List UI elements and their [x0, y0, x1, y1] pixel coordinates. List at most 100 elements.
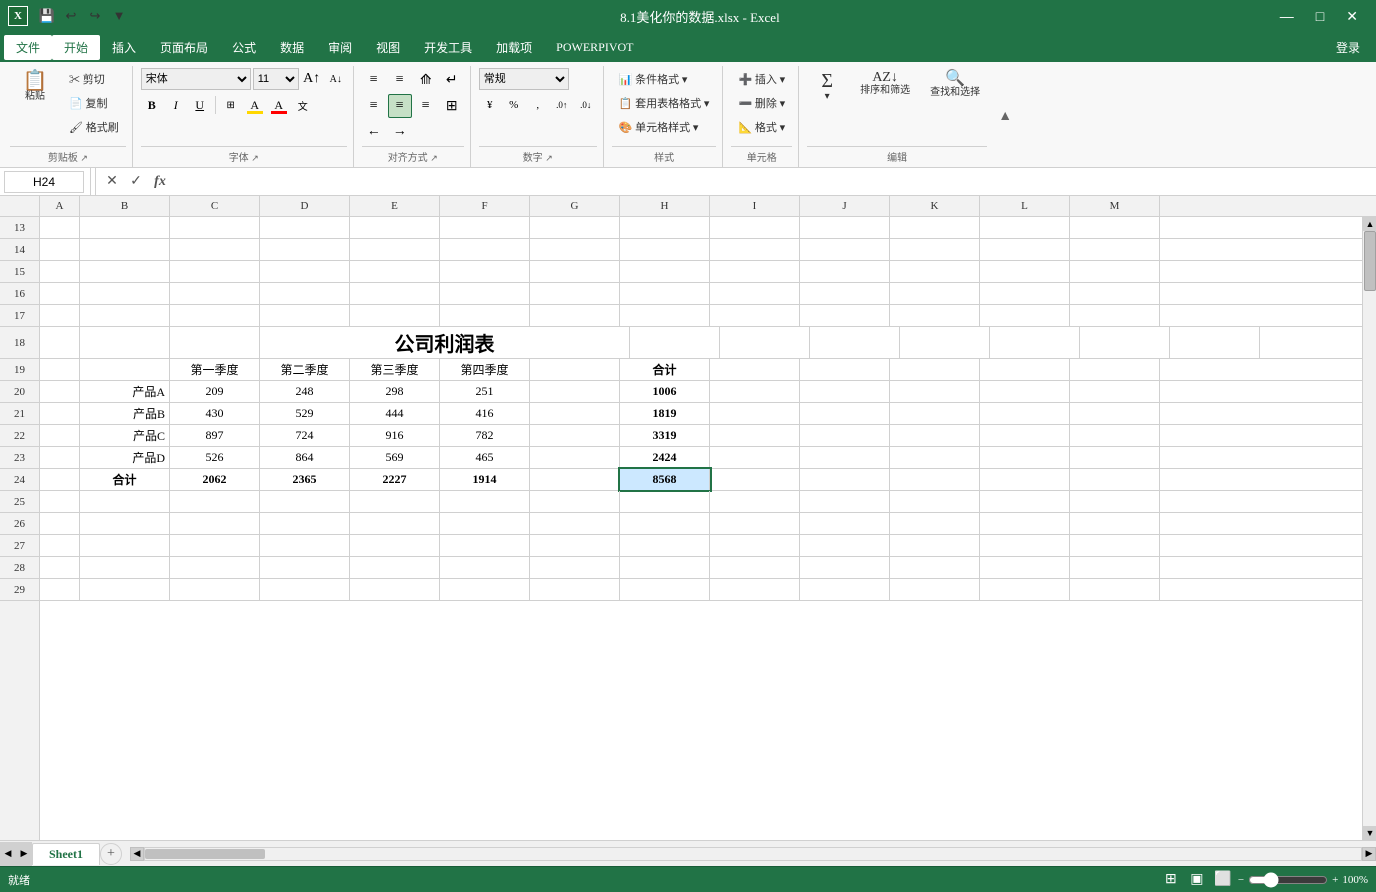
- zoom-slider[interactable]: [1248, 872, 1328, 888]
- indent-dec-button[interactable]: ←: [362, 120, 386, 144]
- col-header-c[interactable]: C: [170, 196, 260, 216]
- cell-h17[interactable]: [620, 305, 710, 326]
- redo-icon[interactable]: ↪: [84, 5, 106, 27]
- row-num-28[interactable]: 28: [0, 557, 39, 579]
- cell-h16[interactable]: [620, 283, 710, 304]
- cell-f14[interactable]: [440, 239, 530, 260]
- row-num-19[interactable]: 19: [0, 359, 39, 381]
- font-name-select[interactable]: 宋体: [141, 68, 251, 90]
- normal-view-button[interactable]: ⊞: [1160, 869, 1182, 891]
- cell-l13[interactable]: [980, 217, 1070, 238]
- cell-l14[interactable]: [980, 239, 1070, 260]
- menu-item-formulas[interactable]: 公式: [220, 35, 268, 60]
- align-left-button[interactable]: ≡: [362, 94, 386, 118]
- conditional-format-button[interactable]: 📊 条件格式 ▾: [612, 68, 695, 90]
- row-num-27[interactable]: 27: [0, 535, 39, 557]
- cell-h14[interactable]: [620, 239, 710, 260]
- cell-j14[interactable]: [800, 239, 890, 260]
- cell-l18[interactable]: [1080, 327, 1170, 358]
- cell-f19[interactable]: 第四季度: [440, 359, 530, 380]
- format-painter-button[interactable]: 🖌 格式刷: [62, 116, 126, 138]
- row-num-14[interactable]: 14: [0, 239, 39, 261]
- cell-k19[interactable]: [890, 359, 980, 380]
- cell-b14[interactable]: [80, 239, 170, 260]
- indent-inc-button[interactable]: →: [388, 120, 412, 144]
- cell-m15[interactable]: [1070, 261, 1160, 282]
- row-num-15[interactable]: 15: [0, 261, 39, 283]
- cell-h20[interactable]: 1006: [620, 381, 710, 402]
- row-num-17[interactable]: 17: [0, 305, 39, 327]
- login-button[interactable]: 登录: [1324, 35, 1372, 60]
- table-format-button[interactable]: 📋 套用表格格式 ▾: [612, 92, 717, 114]
- cell-l24[interactable]: [980, 469, 1070, 490]
- cell-f20[interactable]: 251: [440, 381, 530, 402]
- cell-i20[interactable]: [710, 381, 800, 402]
- row-num-23[interactable]: 23: [0, 447, 39, 469]
- cell-i19[interactable]: [710, 359, 800, 380]
- cell-m13[interactable]: [1070, 217, 1160, 238]
- menu-item-home[interactable]: 开始: [52, 35, 100, 60]
- cell-l15[interactable]: [980, 261, 1070, 282]
- cell-b15[interactable]: [80, 261, 170, 282]
- cell-i16[interactable]: [710, 283, 800, 304]
- menu-item-developer[interactable]: 开发工具: [412, 35, 484, 60]
- cell-l17[interactable]: [980, 305, 1070, 326]
- cell-e19[interactable]: 第三季度: [350, 359, 440, 380]
- cell-k23[interactable]: [890, 447, 980, 468]
- comma-button[interactable]: ,: [527, 94, 549, 116]
- cell-a16[interactable]: [40, 283, 80, 304]
- cell-l20[interactable]: [980, 381, 1070, 402]
- cell-b18[interactable]: [80, 327, 170, 358]
- cell-e16[interactable]: [350, 283, 440, 304]
- cell-f24[interactable]: 1914: [440, 469, 530, 490]
- cell-b23[interactable]: 产品D: [80, 447, 170, 468]
- scroll-down-button[interactable]: ▼: [1363, 826, 1376, 840]
- font-size-select[interactable]: 11: [253, 68, 299, 90]
- col-header-i[interactable]: I: [710, 196, 800, 216]
- cell-j20[interactable]: [800, 381, 890, 402]
- cell-k24[interactable]: [890, 469, 980, 490]
- align-top-right-button[interactable]: ⟰: [414, 68, 438, 92]
- align-top-left-button[interactable]: ≡: [362, 68, 386, 92]
- cell-i22[interactable]: [710, 425, 800, 446]
- align-center-button[interactable]: ≡: [388, 94, 412, 118]
- cell-c24[interactable]: 2062: [170, 469, 260, 490]
- save-icon[interactable]: 💾: [36, 5, 58, 27]
- cell-d24[interactable]: 2365: [260, 469, 350, 490]
- cell-g23[interactable]: [530, 447, 620, 468]
- cell-k16[interactable]: [890, 283, 980, 304]
- align-right-button[interactable]: ≡: [414, 94, 438, 118]
- cell-k22[interactable]: [890, 425, 980, 446]
- page-layout-view-button[interactable]: ▣: [1186, 869, 1208, 891]
- cell-m18[interactable]: [1170, 327, 1260, 358]
- cell-h21[interactable]: 1819: [620, 403, 710, 424]
- cell-e21[interactable]: 444: [350, 403, 440, 424]
- cell-l16[interactable]: [980, 283, 1070, 304]
- sum-button[interactable]: Σ ▾: [807, 68, 847, 105]
- italic-button[interactable]: I: [165, 94, 187, 116]
- cell-i18[interactable]: [810, 327, 900, 358]
- row-num-20[interactable]: 20: [0, 381, 39, 403]
- cell-m16[interactable]: [1070, 283, 1160, 304]
- col-header-f[interactable]: F: [440, 196, 530, 216]
- cell-d20[interactable]: 248: [260, 381, 350, 402]
- font-shrink-button[interactable]: A↓: [325, 68, 347, 90]
- cell-c15[interactable]: [170, 261, 260, 282]
- row-num-22[interactable]: 22: [0, 425, 39, 447]
- row-num-18[interactable]: 18: [0, 327, 39, 359]
- col-header-a[interactable]: A: [40, 196, 80, 216]
- cell-c18[interactable]: [170, 327, 260, 358]
- cell-i24[interactable]: [710, 469, 800, 490]
- menu-item-view[interactable]: 视图: [364, 35, 412, 60]
- cell-a19[interactable]: [40, 359, 80, 380]
- find-select-button[interactable]: 🔍 查找和选择: [923, 68, 987, 101]
- cell-i15[interactable]: [710, 261, 800, 282]
- cell-d13[interactable]: [260, 217, 350, 238]
- menu-item-powerpivot[interactable]: POWERPIVOT: [544, 36, 645, 59]
- menu-item-addins[interactable]: 加载项: [484, 35, 544, 60]
- cell-c22[interactable]: 897: [170, 425, 260, 446]
- function-icon[interactable]: fx: [150, 172, 170, 192]
- page-break-view-button[interactable]: ⬜: [1212, 869, 1234, 891]
- vertical-scrollbar[interactable]: ▲ ▼: [1362, 217, 1376, 840]
- cancel-icon[interactable]: ✕: [102, 172, 122, 192]
